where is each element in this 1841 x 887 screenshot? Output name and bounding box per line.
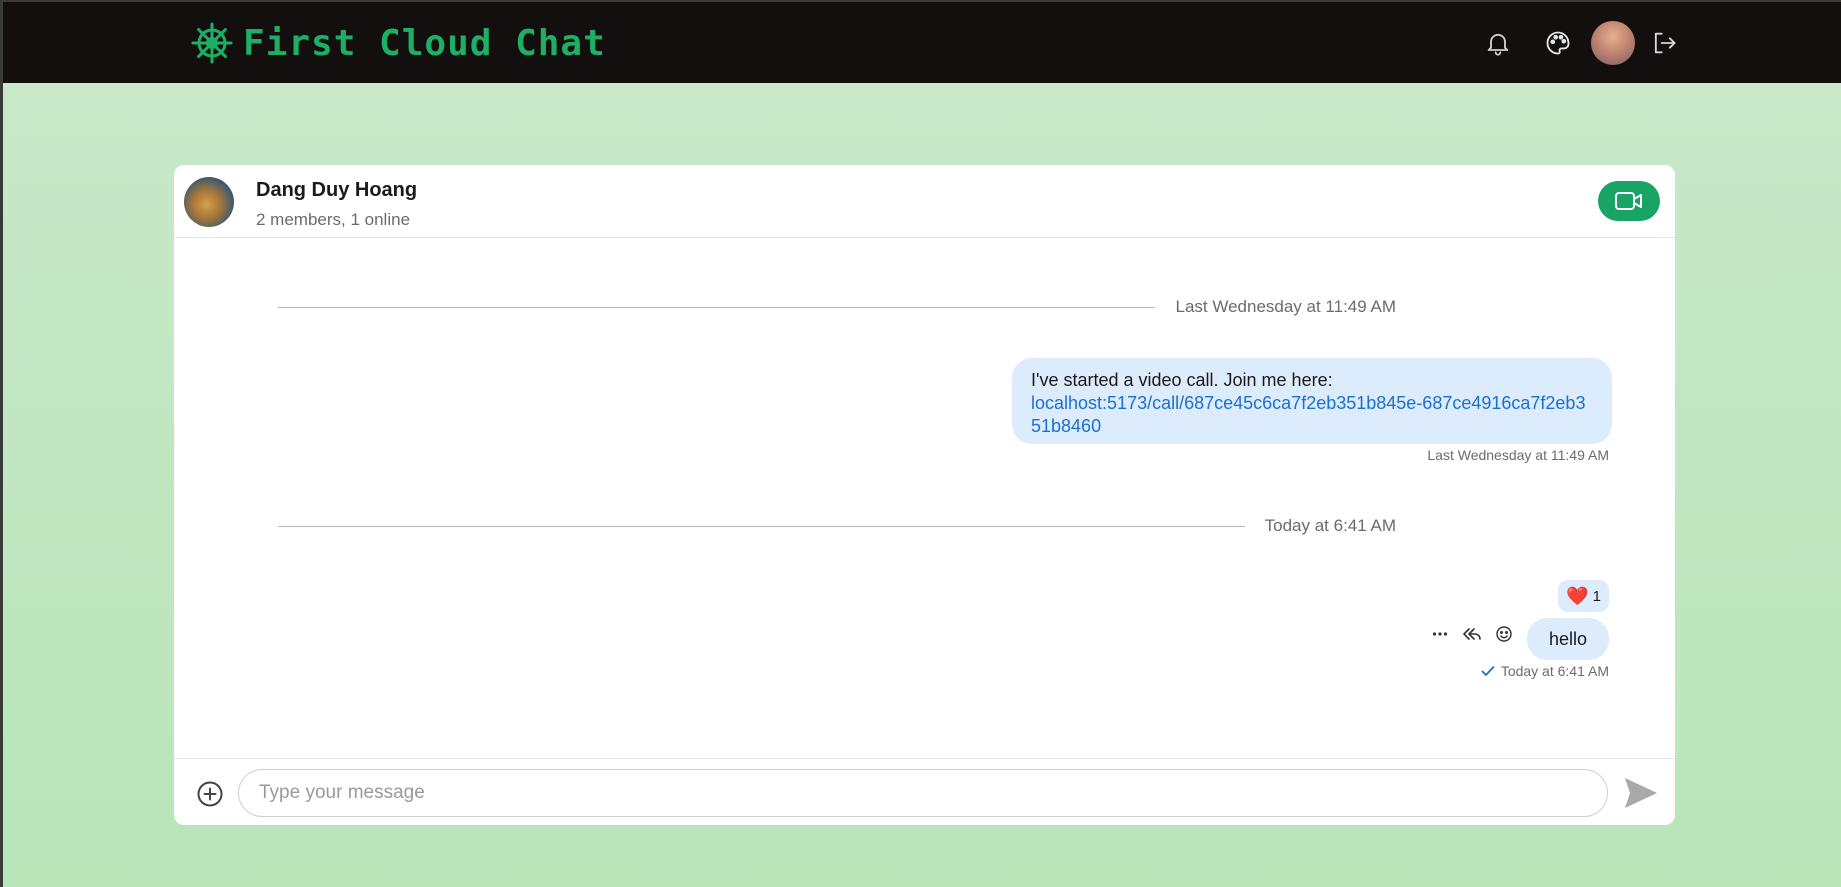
- top-navbar: First Cloud Chat: [3, 2, 1841, 83]
- message-bubble[interactable]: I've started a video call. Join me here:…: [1012, 358, 1612, 444]
- user-avatar[interactable]: [1591, 21, 1635, 65]
- message-input[interactable]: [238, 769, 1608, 817]
- send-icon[interactable]: [1623, 776, 1659, 810]
- bell-icon: [1487, 33, 1509, 56]
- add-attachment-icon[interactable]: [196, 780, 224, 808]
- brand[interactable]: First Cloud Chat: [191, 22, 606, 64]
- logout-button[interactable]: [1647, 26, 1681, 60]
- theme-button[interactable]: [1541, 26, 1575, 60]
- message-text: I've started a video call. Join me here:: [1031, 370, 1333, 390]
- topbar-actions: [1481, 20, 1681, 66]
- app-title: First Cloud Chat: [243, 22, 606, 64]
- divider-label: Last Wednesday at 11:49 AM: [1175, 297, 1396, 316]
- video-camera-icon: [1615, 192, 1642, 210]
- video-call-button[interactable]: [1598, 181, 1660, 221]
- message-actions: [1429, 623, 1515, 645]
- chat-header: Dang Duy Hoang 2 members, 1 online: [174, 165, 1675, 238]
- ship-wheel-icon: [191, 22, 233, 64]
- divider-line: [278, 306, 1156, 308]
- reply-button[interactable]: [1461, 623, 1483, 645]
- conversation-name: Dang Duy Hoang: [256, 179, 418, 201]
- message-composer: [174, 758, 1675, 825]
- video-call-link[interactable]: localhost:5173/call/687ce45c6ca7f2eb351b…: [1031, 392, 1592, 438]
- logout-icon: [1654, 32, 1676, 54]
- date-divider: Today at 6:41 AM: [278, 515, 1396, 537]
- more-options-button[interactable]: [1429, 623, 1451, 645]
- conversation-member-status: 2 members, 1 online: [256, 210, 411, 229]
- chat-panel: Dang Duy Hoang 2 members, 1 online Last …: [174, 165, 1675, 825]
- notifications-button[interactable]: [1481, 26, 1515, 60]
- reply-all-icon: [1463, 628, 1481, 640]
- app-frame: First Cloud Chat Dang Duy Hoang 2 member…: [3, 2, 1841, 887]
- message-text: hello: [1548, 628, 1588, 649]
- message-list[interactable]: Last Wednesday at 11:49 AM I've started …: [174, 239, 1675, 759]
- more-horizontal-icon: [1432, 632, 1448, 636]
- message-timestamp: Last Wednesday at 11:49 AM: [1427, 447, 1609, 463]
- divider-line: [278, 525, 1245, 527]
- message-bubble[interactable]: hello: [1527, 618, 1609, 660]
- reaction-count: 1: [1592, 587, 1601, 605]
- smiley-icon: [1496, 626, 1512, 642]
- timestamp-text: Today at 6:41 AM: [1500, 663, 1609, 679]
- date-divider: Last Wednesday at 11:49 AM: [278, 296, 1396, 318]
- check-icon: [1481, 666, 1495, 676]
- message-reaction[interactable]: ❤️ 1: [1558, 580, 1609, 612]
- divider-label: Today at 6:41 AM: [1264, 516, 1396, 535]
- react-button[interactable]: [1493, 623, 1515, 645]
- message-timestamp: Today at 6:41 AM: [1481, 663, 1609, 679]
- conversation-avatar[interactable]: [184, 177, 234, 227]
- heart-emoji: ❤️: [1566, 585, 1589, 606]
- palette-icon: [1546, 31, 1570, 55]
